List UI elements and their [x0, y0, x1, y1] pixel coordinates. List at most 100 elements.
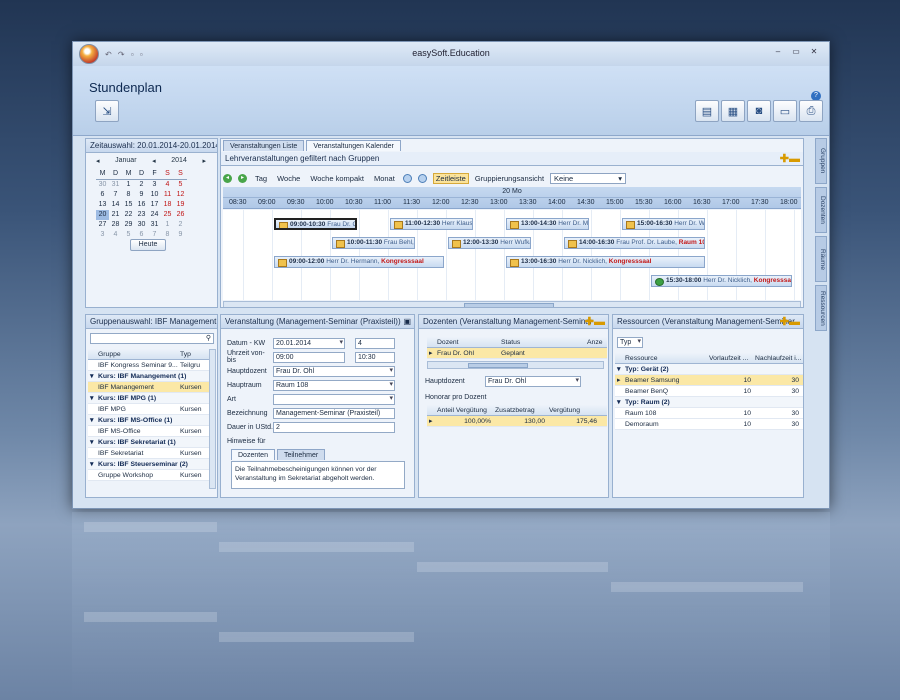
appointment[interactable]: 10:00-11:30 Frau Behl,: [332, 237, 415, 249]
add-icon[interactable]: ✚: [780, 315, 789, 328]
calendar-day[interactable]: 1: [161, 220, 174, 230]
calendar-day[interactable]: 2: [135, 180, 148, 190]
calendar-day[interactable]: 13: [96, 200, 109, 210]
column-header[interactable]: Nachlaufzeit i...: [753, 355, 801, 362]
calendar-day[interactable]: 27: [96, 220, 109, 230]
col-zusatz[interactable]: Zusatzbetrag: [493, 407, 547, 414]
col-anz[interactable]: Anze: [585, 339, 605, 346]
appointment[interactable]: 15:00-16:30 Herr Dr. Wald,: [622, 218, 705, 230]
calendar-day[interactable]: 15: [122, 200, 135, 210]
calendar-day[interactable]: 3: [96, 230, 109, 240]
scrollbar-thumb[interactable]: [464, 303, 554, 307]
calendar-day[interactable]: 23: [135, 210, 148, 220]
scrollbar-thumb[interactable]: [468, 363, 528, 368]
expand-icon[interactable]: ▾: [88, 394, 96, 402]
lecturer-scrollbar[interactable]: [427, 361, 604, 369]
expand-icon[interactable]: ▾: [88, 372, 96, 380]
table-row[interactable]: Gruppe Workshop Kursen: [88, 470, 212, 481]
calendar-day[interactable]: 22: [122, 210, 135, 220]
calendar-day[interactable]: 30: [135, 220, 148, 230]
compact-week-view-button[interactable]: Woche kompakt: [233, 174, 366, 198]
col-anteil[interactable]: Anteil Vergütung: [435, 407, 493, 414]
calendar-day[interactable]: 6: [96, 190, 109, 200]
tab-veranstaltungen-liste[interactable]: Veranstaltungen Liste: [223, 140, 305, 151]
calendar-day[interactable]: 20: [96, 210, 109, 220]
table-row[interactable]: Raum 108 10 30: [615, 408, 803, 419]
group-row[interactable]: ▾ Kurs: IBF Sekretariat (1): [88, 437, 212, 448]
close-button[interactable]: ✕: [807, 46, 821, 58]
time-to-field[interactable]: 10:30: [355, 351, 395, 363]
col-status[interactable]: Status: [499, 339, 585, 346]
calendar-day[interactable]: 29: [122, 220, 135, 230]
print-icon[interactable]: ⎙: [799, 100, 823, 122]
calendar-day[interactable]: 26: [174, 210, 187, 220]
tab-veranstaltungen-kalender[interactable]: Veranstaltungen Kalender: [306, 140, 401, 151]
calendar-day[interactable]: 1: [122, 180, 135, 190]
expand-icon[interactable]: ▾: [88, 438, 96, 446]
table-row[interactable]: ▸ 100,00% 130,00 175,46: [427, 416, 607, 427]
calendar-day[interactable]: 19: [174, 200, 187, 210]
expand-icon[interactable]: ▾: [88, 460, 96, 468]
expand-icon[interactable]: ▾: [88, 416, 96, 424]
type-filter-select[interactable]: Typ: [617, 337, 643, 348]
calendar-day[interactable]: 3: [148, 180, 161, 190]
calendar-day[interactable]: 10: [148, 190, 161, 200]
year-label[interactable]: 2014: [171, 157, 187, 165]
table-row[interactable]: Demoraum 10 30: [615, 419, 803, 430]
monitor-icon[interactable]: ◙: [747, 100, 771, 122]
calendar-day[interactable]: 31: [109, 180, 122, 190]
art-select[interactable]: [273, 393, 395, 405]
zoom-out-icon[interactable]: [417, 173, 427, 183]
calendar-day[interactable]: 2: [174, 220, 187, 230]
table-row[interactable]: Beamer BenQ 10 30: [615, 386, 803, 397]
calendar-day[interactable]: 25: [161, 210, 174, 220]
back-arrow-icon[interactable]: ◂: [223, 173, 232, 183]
appointment[interactable]: 13:00-14:30 Herr Dr. Mehl,: [506, 218, 589, 230]
calendar-day[interactable]: 21: [109, 210, 122, 220]
group-scrollbar[interactable]: [209, 349, 216, 489]
calendar-day[interactable]: 4: [161, 180, 174, 190]
appointment[interactable]: 13:00-16:30 Herr Dr. Nicklich, Kongresss…: [506, 256, 705, 268]
tab-teilnehmer[interactable]: Teilnehmer: [276, 449, 326, 460]
bezeichnung-field[interactable]: Management-Seminar (Praxisteil): [273, 407, 395, 419]
add-icon[interactable]: ✚: [585, 315, 594, 328]
exit-icon[interactable]: ⇲: [95, 100, 119, 122]
zoom-in-icon[interactable]: [402, 173, 412, 183]
side-tab-raeume[interactable]: Räume: [815, 236, 827, 282]
calendar-day[interactable]: 12: [174, 190, 187, 200]
calendar-day[interactable]: 31: [148, 220, 161, 230]
calendar-day[interactable]: 7: [109, 190, 122, 200]
group-row[interactable]: ▾ Kurs: IBF Steuerseminar (2): [88, 459, 212, 470]
forward-arrow-icon[interactable]: ▸: [238, 173, 247, 183]
table-row[interactable]: ▸ Frau Dr. Ohl Geplant: [427, 348, 607, 359]
table-row[interactable]: ▸ Beamer Samsung 10 30: [615, 375, 803, 386]
calendar-day[interactable]: 14: [109, 200, 122, 210]
calendar-day[interactable]: 9: [174, 230, 187, 240]
month-view-button[interactable]: Monat: [233, 174, 397, 198]
today-button[interactable]: Heute: [130, 239, 166, 251]
column-header[interactable]: Ressource: [623, 355, 707, 362]
calendar-day[interactable]: 24: [148, 210, 161, 220]
schedule-icon[interactable]: ▦: [721, 100, 745, 122]
group-row[interactable]: ▾ Kurs: IBF MS-Office (1): [88, 415, 212, 426]
prev-month-arrow-icon[interactable]: ◂: [96, 157, 100, 165]
side-tab-gruppen[interactable]: Gruppen: [815, 138, 827, 184]
timeline-area[interactable]: 09:00-10:30 Frau Dr. Ohl 11:00-12:30 Her…: [223, 210, 801, 300]
group-row[interactable]: ▾ Kurs: IBF Manangement (1): [88, 371, 212, 382]
remove-icon[interactable]: ▬: [594, 315, 605, 328]
dauer-field[interactable]: 2: [273, 421, 395, 433]
kw-field[interactable]: 4: [355, 337, 395, 349]
next-year-arrow-icon[interactable]: ▸: [202, 157, 206, 165]
prev-year-arrow-icon[interactable]: ◂: [152, 157, 156, 165]
month-label[interactable]: Januar: [115, 157, 136, 165]
date-field[interactable]: 20.01.2014: [273, 337, 345, 349]
calendar-day[interactable]: 17: [148, 200, 161, 210]
calendar-day[interactable]: 11: [161, 190, 174, 200]
grouping-select[interactable]: Keine ▾: [550, 172, 627, 184]
hauptraum-select[interactable]: Raum 108: [273, 379, 395, 391]
timeline-scrollbar[interactable]: [223, 301, 801, 307]
document-icon[interactable]: ▣: [403, 315, 411, 328]
col-verguetung[interactable]: Vergütung: [547, 407, 599, 414]
table-row[interactable]: IBF MPG Kursen: [88, 404, 212, 415]
table-row[interactable]: IBF Sekretariat Kursen: [88, 448, 212, 459]
